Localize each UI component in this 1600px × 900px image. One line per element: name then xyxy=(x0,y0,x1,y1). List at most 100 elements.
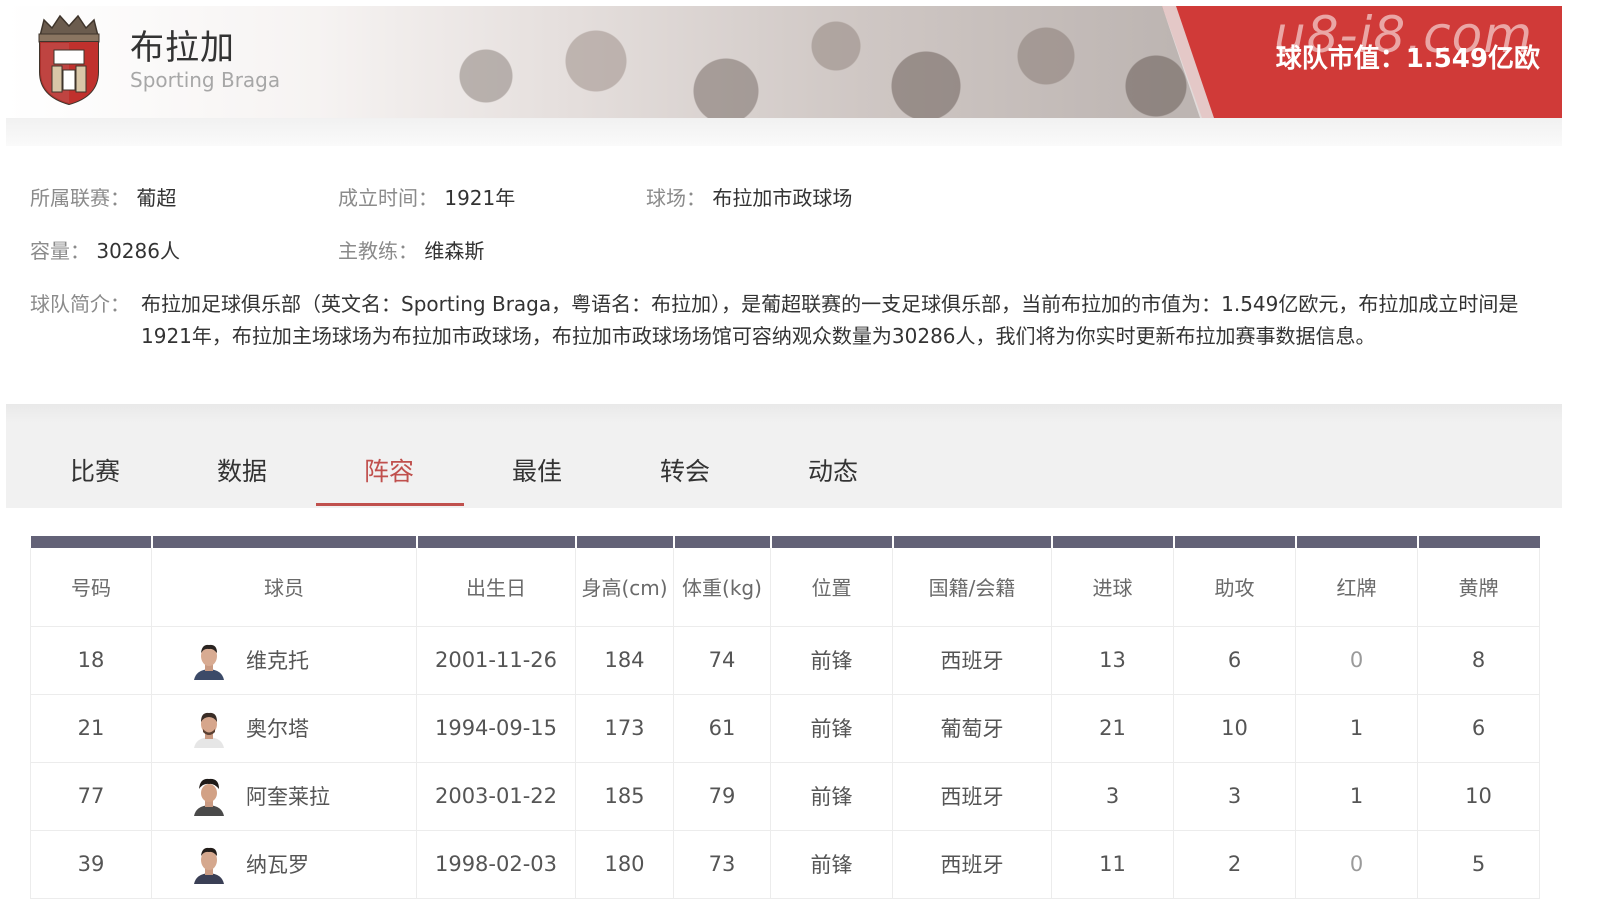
player-nationality: 葡萄牙 xyxy=(892,694,1052,763)
player-name[interactable]: 阿奎莱拉 xyxy=(246,781,330,811)
banner-crowd-photo xyxy=(366,6,1226,118)
col-goals: 进球 xyxy=(1051,548,1174,627)
team-english-name: Sporting Braga xyxy=(130,68,281,92)
table-header-row: 号码 球员 出生日 身高(cm) 体重(kg) 位置 国籍/会籍 进球 助攻 红… xyxy=(30,548,1540,627)
info-capacity: 容量： 30286人 xyxy=(30,235,180,264)
player-nationality: 西班牙 xyxy=(892,830,1052,899)
player-avatar xyxy=(194,778,224,816)
col-weight: 体重(kg) xyxy=(673,548,771,627)
table-row[interactable]: 18 维克托 2001-11-26 184 74 前锋 西班牙 13 6 0 8 xyxy=(30,626,1540,695)
player-weight: 74 xyxy=(673,626,771,695)
player-assists: 6 xyxy=(1173,626,1296,695)
player-assists: 2 xyxy=(1173,830,1296,899)
player-red-cards: 0 xyxy=(1295,830,1418,899)
info-stadium: 球场： 布拉加市政球场 xyxy=(646,182,852,211)
tab-matches[interactable]: 比赛 xyxy=(20,452,170,488)
col-red-cards: 红牌 xyxy=(1295,548,1418,627)
team-intro: 球队简介： 布拉加足球俱乐部（英文名：Sporting Braga，粤语名：布拉… xyxy=(30,288,1540,352)
col-assists: 助攻 xyxy=(1173,548,1296,627)
player-birth: 1994-09-15 xyxy=(416,694,576,763)
player-weight: 73 xyxy=(673,830,771,899)
col-birth: 出生日 xyxy=(416,548,576,627)
info-coach: 主教练： 维森斯 xyxy=(338,235,484,264)
tab-news[interactable]: 动态 xyxy=(758,452,908,488)
tab-best[interactable]: 最佳 xyxy=(462,452,612,488)
player-cell[interactable]: 维克托 xyxy=(151,626,417,695)
coach-value: 维森斯 xyxy=(424,239,485,263)
player-number: 21 xyxy=(30,694,152,763)
player-red-cards: 0 xyxy=(1295,626,1418,695)
player-number: 77 xyxy=(30,762,152,831)
player-avatar xyxy=(194,847,224,884)
player-red-cards: 1 xyxy=(1295,762,1418,831)
player-name[interactable]: 纳瓦罗 xyxy=(246,849,309,879)
player-number: 39 xyxy=(30,830,152,899)
col-number: 号码 xyxy=(30,548,152,627)
player-assists: 10 xyxy=(1173,694,1296,763)
info-league: 所属联赛： 葡超 xyxy=(30,182,176,211)
player-position: 前锋 xyxy=(770,694,893,763)
site-watermark: u8-i8.com xyxy=(1274,6,1533,64)
player-yellow-cards: 10 xyxy=(1417,762,1540,831)
player-position: 前锋 xyxy=(770,762,893,831)
capacity-value: 30286人 xyxy=(96,239,180,263)
player-cell[interactable]: 纳瓦罗 xyxy=(151,830,417,899)
col-height: 身高(cm) xyxy=(575,548,674,627)
intro-label: 球队简介： xyxy=(30,292,130,316)
col-position: 位置 xyxy=(770,548,893,627)
league-value: 葡超 xyxy=(136,186,177,210)
col-yellow-cards: 黄牌 xyxy=(1417,548,1540,627)
player-goals: 11 xyxy=(1051,830,1174,899)
active-tab-indicator xyxy=(316,503,464,506)
info-founded: 成立时间： 1921年 xyxy=(338,182,515,211)
founded-value: 1921年 xyxy=(444,186,516,210)
tab-squad[interactable]: 阵容 xyxy=(314,452,464,488)
squad-table: 号码 球员 出生日 身高(cm) 体重(kg) 位置 国籍/会籍 进球 助攻 红… xyxy=(30,536,1540,899)
league-label: 所属联赛： xyxy=(30,186,130,210)
player-position: 前锋 xyxy=(770,830,893,899)
player-name[interactable]: 奥尔塔 xyxy=(246,713,309,743)
table-row[interactable]: 39 纳瓦罗 1998-02-03 180 73 前锋 西班牙 11 2 0 5 xyxy=(30,830,1540,899)
player-height: 173 xyxy=(575,694,674,763)
player-goals: 3 xyxy=(1051,762,1174,831)
col-nationality: 国籍/会籍 xyxy=(892,548,1052,627)
player-avatar xyxy=(194,712,224,748)
founded-label: 成立时间： xyxy=(338,186,438,210)
player-position: 前锋 xyxy=(770,626,893,695)
intro-text: 布拉加足球俱乐部（英文名：Sporting Braga，粤语名：布拉加），是葡超… xyxy=(141,292,1519,348)
player-goals: 21 xyxy=(1051,694,1174,763)
player-cell[interactable]: 阿奎莱拉 xyxy=(151,762,417,831)
player-nationality: 西班牙 xyxy=(892,626,1052,695)
player-avatar xyxy=(194,644,224,680)
team-header-banner: 布拉加 Sporting Braga 球队市值：1.549亿欧 u8-i8.co… xyxy=(6,6,1562,118)
player-cell[interactable]: 奥尔塔 xyxy=(151,694,417,763)
player-name[interactable]: 维克托 xyxy=(246,645,309,675)
player-weight: 79 xyxy=(673,762,771,831)
player-yellow-cards: 5 xyxy=(1417,830,1540,899)
header-divider xyxy=(6,118,1562,146)
col-player: 球员 xyxy=(151,548,417,627)
player-yellow-cards: 8 xyxy=(1417,626,1540,695)
player-goals: 13 xyxy=(1051,626,1174,695)
table-header-bar xyxy=(30,536,1540,548)
player-number: 18 xyxy=(30,626,152,695)
player-assists: 3 xyxy=(1173,762,1296,831)
player-height: 180 xyxy=(575,830,674,899)
player-birth: 1998-02-03 xyxy=(416,830,576,899)
stadium-label: 球场： xyxy=(646,186,706,210)
player-height: 185 xyxy=(575,762,674,831)
player-red-cards: 1 xyxy=(1295,694,1418,763)
tab-transfers[interactable]: 转会 xyxy=(610,452,760,488)
capacity-label: 容量： xyxy=(30,239,90,263)
tab-stats[interactable]: 数据 xyxy=(167,452,317,488)
player-weight: 61 xyxy=(673,694,771,763)
table-row[interactable]: 77 阿奎莱拉 2003-01-22 185 79 前锋 西班牙 3 3 1 1… xyxy=(30,762,1540,831)
stadium-value: 布拉加市政球场 xyxy=(712,186,853,210)
player-birth: 2003-01-22 xyxy=(416,762,576,831)
team-name: 布拉加 xyxy=(130,28,235,68)
table-row[interactable]: 21 奥尔塔 1994-09-15 173 61 前锋 葡萄牙 21 10 1 … xyxy=(30,694,1540,763)
coach-label: 主教练： xyxy=(338,239,418,263)
player-height: 184 xyxy=(575,626,674,695)
player-nationality: 西班牙 xyxy=(892,762,1052,831)
player-birth: 2001-11-26 xyxy=(416,626,576,695)
